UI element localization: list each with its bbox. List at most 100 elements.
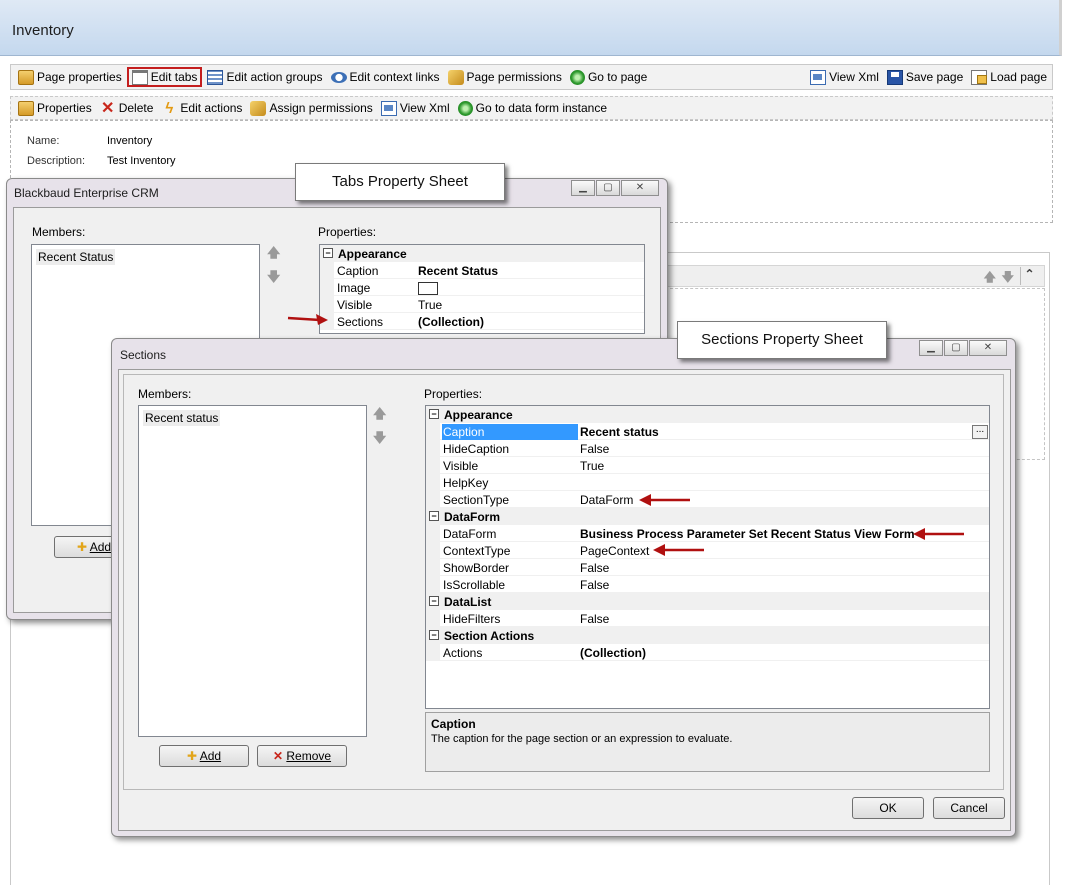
page-toolbar: Page properties Edit tabs Edit action gr… xyxy=(10,64,1053,90)
view-xml-button[interactable]: View Xml xyxy=(807,67,882,87)
description-text: The caption for the page section or an e… xyxy=(431,733,733,745)
grid-row[interactable]: HideCaption False xyxy=(426,440,989,457)
save-icon xyxy=(886,69,903,85)
remove-icon: ✕ xyxy=(272,749,284,763)
sections-window-title: Sections xyxy=(120,348,167,362)
assign-permissions-button[interactable]: Assign permissions xyxy=(247,98,375,118)
name-value: Inventory xyxy=(107,135,153,147)
description-value: Test Inventory xyxy=(107,155,176,167)
grid-row[interactable]: Caption Recent status... xyxy=(426,423,989,440)
grid-row[interactable]: Image xyxy=(320,279,644,296)
grid-row[interactable]: SectionType DataForm xyxy=(426,491,989,508)
page-title: Inventory xyxy=(12,22,74,39)
delete-icon: ✕ xyxy=(101,99,115,117)
grid-row[interactable]: Visible True xyxy=(320,296,644,313)
red-arrow-sectiontype xyxy=(639,494,690,506)
close-icon[interactable]: ✕ xyxy=(969,340,1007,356)
cancel-button[interactable]: Cancel xyxy=(933,797,1005,819)
grid-category[interactable]: − Section Actions xyxy=(426,627,989,644)
page-permissions-button[interactable]: Page permissions xyxy=(445,67,565,87)
action-groups-icon xyxy=(207,69,224,85)
sections-add-button[interactable]: ✚ Add xyxy=(159,745,249,767)
grid-category[interactable]: − Appearance xyxy=(426,406,989,423)
tabs-properties-label: Properties: xyxy=(318,225,377,239)
grid-row[interactable]: Caption Recent Status xyxy=(320,262,644,279)
sections-property-window: Sections ▁ ▢ ✕ Members: Recent status 🡅 … xyxy=(111,338,1016,837)
edit-tabs-button[interactable]: Edit tabs xyxy=(126,67,203,87)
delete-button[interactable]: ✕ Delete xyxy=(97,98,157,118)
description-label: Description: xyxy=(27,155,86,167)
maximize-icon[interactable]: ▢ xyxy=(944,340,968,356)
move-up-icon[interactable]: 🡅 xyxy=(267,244,280,266)
page-header: Inventory xyxy=(0,0,1062,56)
load-page-button[interactable]: Load page xyxy=(968,67,1050,87)
image-swatch xyxy=(418,282,438,295)
tabs-window-title: Blackbaud Enterprise CRM xyxy=(14,186,159,200)
grid-category[interactable]: − DataForm xyxy=(426,508,989,525)
page-properties-button[interactable]: Page properties xyxy=(15,67,125,87)
grid-category[interactable]: − Appearance xyxy=(320,245,644,262)
section-header-bar: 🡅 🡇 ⌃ xyxy=(660,265,1045,287)
tabs-callout: Tabs Property Sheet xyxy=(295,163,505,201)
close-icon[interactable]: ✕ xyxy=(621,180,659,196)
tabs-members-label: Members: xyxy=(32,225,86,239)
move-up-icon[interactable]: 🡅 xyxy=(984,268,996,289)
tabs-member-item[interactable]: Recent Status xyxy=(36,249,116,265)
save-page-button[interactable]: Save page xyxy=(884,67,966,87)
collapse-icon[interactable]: − xyxy=(429,630,439,640)
go-icon xyxy=(457,100,473,116)
lightning-icon: ϟ xyxy=(165,99,174,117)
grid-row[interactable]: ShowBorder False xyxy=(426,559,989,576)
grid-row[interactable]: Sections (Collection) xyxy=(320,313,644,330)
grid-category[interactable]: − DataList xyxy=(426,593,989,610)
minimize-icon[interactable]: ▁ xyxy=(571,180,595,196)
go-to-data-form-instance-button[interactable]: Go to data form instance xyxy=(455,98,610,118)
key-icon xyxy=(447,69,464,85)
grid-row[interactable]: HideFilters False xyxy=(426,610,989,627)
minimize-icon[interactable]: ▁ xyxy=(919,340,943,356)
grid-row[interactable]: DataForm Business Process Parameter Set R… xyxy=(426,525,989,542)
maximize-icon[interactable]: ▢ xyxy=(596,180,620,196)
sections-window-controls: ▁ ▢ ✕ xyxy=(918,340,1007,356)
xml-icon xyxy=(810,69,827,85)
properties-icon xyxy=(18,69,34,85)
key-icon xyxy=(250,100,267,116)
collapse-icon[interactable]: ⌃ xyxy=(1020,267,1038,285)
ok-button[interactable]: OK xyxy=(852,797,924,819)
grid-row[interactable]: IsScrollable False xyxy=(426,576,989,593)
go-to-page-button[interactable]: Go to page xyxy=(567,67,650,87)
load-icon xyxy=(971,69,988,85)
edit-action-groups-button[interactable]: Edit action groups xyxy=(204,67,325,87)
collapse-icon[interactable]: − xyxy=(323,248,333,258)
collapse-icon[interactable]: − xyxy=(429,511,439,521)
grid-row[interactable]: HelpKey xyxy=(426,474,989,491)
sections-member-item[interactable]: Recent status xyxy=(143,410,221,426)
collapse-icon[interactable]: − xyxy=(429,409,439,419)
move-up-icon[interactable]: 🡅 xyxy=(373,405,386,427)
grid-row[interactable]: ContextType PageContext xyxy=(426,542,989,559)
tabs-property-grid[interactable]: − Appearance Caption Recent Status Image V… xyxy=(319,244,645,334)
grid-row[interactable]: Actions (Collection) xyxy=(426,644,989,661)
properties-button[interactable]: Properties xyxy=(15,98,95,118)
edit-actions-button[interactable]: ϟ Edit actions xyxy=(158,98,245,118)
properties-icon xyxy=(18,100,34,116)
move-down-icon[interactable]: 🡇 xyxy=(1002,268,1014,289)
ellipsis-button[interactable]: ... xyxy=(972,425,988,439)
sections-window-client: Members: Recent status 🡅 🡇 Properties: −… xyxy=(118,369,1011,831)
sections-property-grid[interactable]: − Appearance Caption Recent status... Hide… xyxy=(425,405,990,709)
sections-members-list[interactable]: Recent status xyxy=(138,405,367,737)
sections-remove-button[interactable]: ✕ Remove xyxy=(257,745,347,767)
move-down-icon[interactable]: 🡇 xyxy=(267,268,280,290)
red-arrow-dataform xyxy=(913,528,964,540)
link-icon xyxy=(330,71,347,83)
grid-row[interactable]: Visible True xyxy=(426,457,989,474)
add-icon: ✚ xyxy=(76,540,88,554)
move-down-icon[interactable]: 🡇 xyxy=(373,429,386,451)
xml-icon xyxy=(380,100,397,116)
property-description-box: Caption The caption for the page section… xyxy=(425,712,990,772)
red-arrow-contexttype xyxy=(653,544,704,556)
view-xml-button-2[interactable]: View Xml xyxy=(378,98,453,118)
collapse-icon[interactable]: − xyxy=(429,596,439,606)
add-icon: ✚ xyxy=(186,749,198,763)
edit-context-links-button[interactable]: Edit context links xyxy=(328,67,443,87)
